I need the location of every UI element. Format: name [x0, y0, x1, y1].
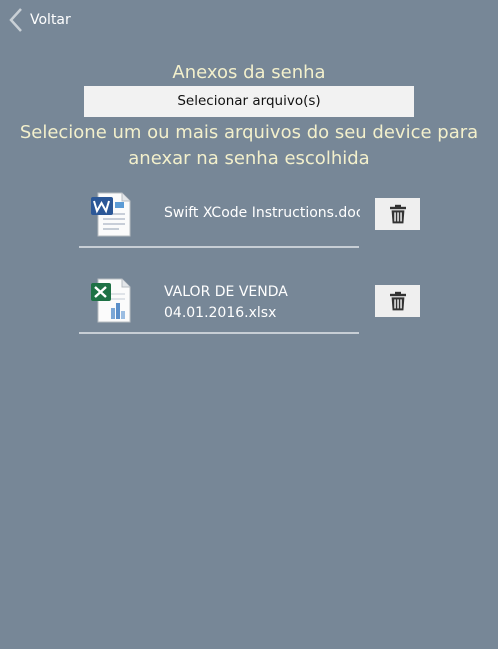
- attachment-item: VALOR DE VENDA 04.01.2016.xlsx: [79, 274, 359, 334]
- page-title: Anexos da senha: [172, 62, 326, 83]
- select-files-button[interactable]: Selecionar arquivo(s): [84, 86, 414, 117]
- attachment-item: Swift XCode Instructions.docx: [79, 188, 360, 248]
- attachment-name: Swift XCode Instructions.docx: [164, 205, 360, 221]
- chevron-left-icon: [9, 8, 22, 32]
- trash-icon: [389, 291, 406, 311]
- trash-icon: [389, 204, 406, 224]
- excel-spreadsheet-icon: [89, 276, 133, 328]
- back-button[interactable]: Voltar: [8, 7, 71, 33]
- back-label: Voltar: [30, 12, 71, 28]
- instructions-text: Selecione um ou mais arquivos do seu dev…: [19, 122, 479, 169]
- delete-attachment-button[interactable]: [375, 285, 420, 317]
- delete-attachment-button[interactable]: [375, 198, 420, 230]
- attachment-name: VALOR DE VENDA 04.01.2016.xlsx: [164, 284, 288, 321]
- word-document-icon: [89, 190, 133, 242]
